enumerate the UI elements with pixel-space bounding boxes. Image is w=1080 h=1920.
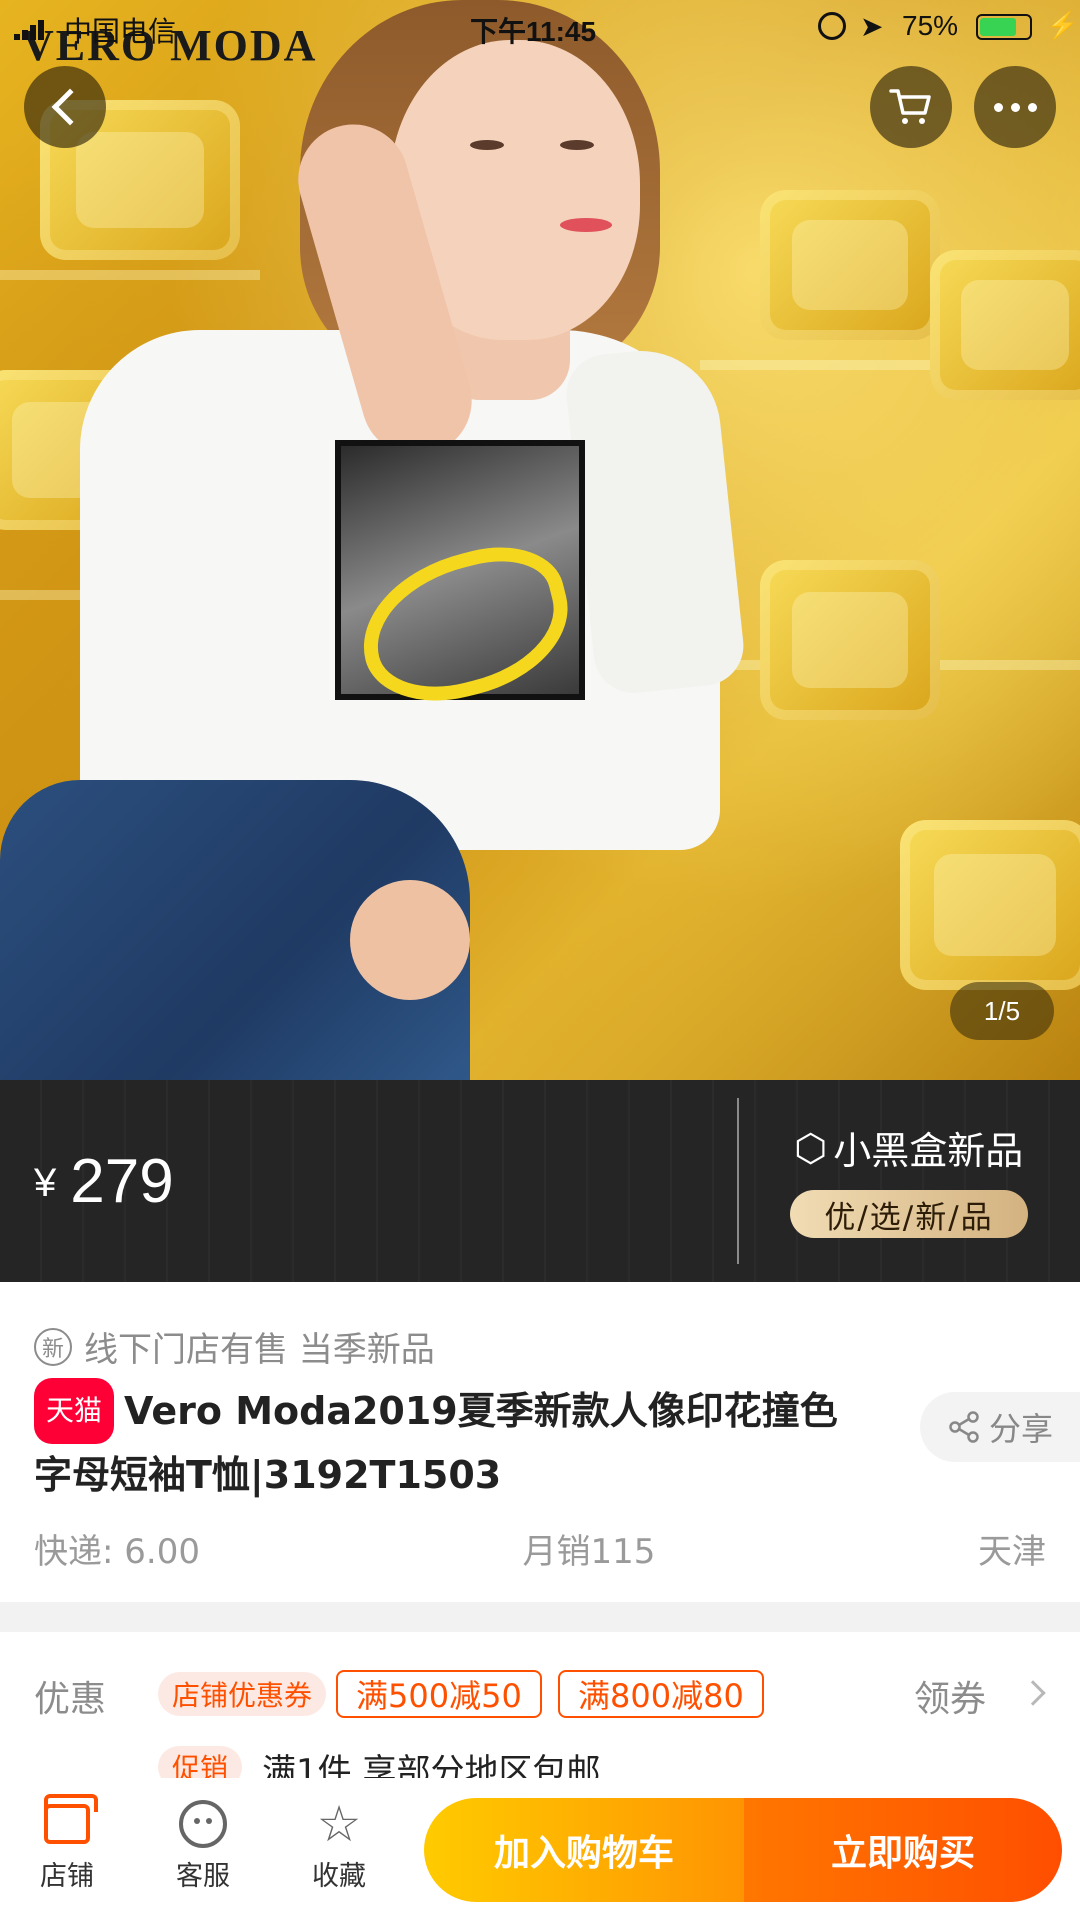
customer-service-label: 客服	[176, 1861, 230, 1892]
image-page-indicator: 1/5	[950, 982, 1054, 1040]
chevron-right-icon	[1020, 1680, 1046, 1706]
star-icon: ☆	[316, 1795, 362, 1853]
bottom-action-bar: 店铺 客服 ☆ 收藏 加入购物车 立即购买	[0, 1778, 1080, 1920]
more-icon	[993, 102, 1037, 112]
more-button[interactable]	[974, 66, 1056, 148]
blackbox-new-label[interactable]: ⬡ 小黑盒新品	[794, 1120, 1023, 1175]
blackbox-tag[interactable]: 优/选/新/品	[790, 1190, 1028, 1238]
battery-icon	[976, 14, 1032, 40]
back-button[interactable]	[24, 66, 106, 148]
monthly-sales: 月销115	[522, 1532, 656, 1572]
price-value: 279	[70, 1147, 174, 1216]
cube-icon: ⬡	[794, 1125, 828, 1170]
store-coupon-chip: 店铺优惠券	[158, 1672, 327, 1716]
ship-from-location: 天津	[978, 1532, 1046, 1572]
currency-symbol: ¥	[34, 1161, 57, 1205]
customer-service-icon	[179, 1800, 227, 1848]
divider	[737, 1098, 739, 1264]
favorite-tab[interactable]: ☆ 收藏	[284, 1794, 394, 1893]
customer-service-tab[interactable]: 客服	[148, 1794, 258, 1893]
carrier-name: 中国电信	[64, 16, 177, 47]
status-bar: 中国电信 下午11:45 ➤ 75% ⚡	[0, 0, 1080, 54]
add-to-cart-button[interactable]: 加入购物车	[424, 1798, 744, 1902]
store-label: 店铺	[40, 1861, 94, 1892]
price: ¥279	[34, 1146, 174, 1217]
favorite-label: 收藏	[312, 1861, 366, 1892]
new-arrival-row: 新 线下门店有售 当季新品	[34, 1322, 435, 1371]
background-tv	[900, 820, 1080, 990]
coupon-500-50[interactable]: 满500减50	[336, 1670, 542, 1718]
battery-percent: 75%	[902, 10, 959, 41]
share-button[interactable]: 分享	[920, 1392, 1080, 1462]
product-meta-row: 快递: 6.00 月销115 天津	[34, 1524, 1046, 1573]
buy-now-button[interactable]: 立即购买	[744, 1798, 1062, 1902]
price-band: ¥279 ⬡ 小黑盒新品 优/选/新/品	[0, 1080, 1080, 1282]
product-image-carousel[interactable]: VERO MODA	[0, 0, 1080, 1080]
background-tv	[930, 250, 1080, 400]
background-tv	[760, 190, 940, 340]
orientation-lock-icon	[818, 12, 846, 40]
blackbox-title: 小黑盒新品	[833, 1129, 1024, 1173]
model-eye	[470, 140, 504, 150]
share-label: 分享	[988, 1410, 1053, 1448]
store-tab[interactable]: 店铺	[12, 1794, 122, 1893]
promo-section-label: 优惠	[34, 1679, 107, 1720]
claim-coupons-button[interactable]: 领券	[914, 1670, 986, 1722]
model-eye	[560, 140, 594, 150]
product-subtitle: 线下门店有售 当季新品	[84, 1330, 435, 1370]
product-title: Vero Moda2019夏季新款人像印花撞色字母短袖T恤|3192T1503	[34, 1389, 838, 1497]
share-icon	[949, 1411, 979, 1443]
model-lips	[560, 218, 612, 232]
product-info-card: 新 线下门店有售 当季新品 天猫 Vero Moda2019夏季新款人像印花撞色字…	[0, 1282, 1080, 1602]
cart-icon	[889, 89, 931, 124]
promotions-card[interactable]: 优惠 店铺优惠券 满500减50 满800减80 领券 促销 满1件,享部分地区…	[0, 1632, 1080, 1802]
product-title-block: 天猫 Vero Moda2019夏季新款人像印花撞色字母短袖T恤|3192T150…	[34, 1378, 864, 1506]
new-badge-icon: 新	[34, 1327, 72, 1366]
coupon-800-80[interactable]: 满800减80	[558, 1670, 764, 1718]
charging-bolt-icon: ⚡	[1046, 10, 1079, 40]
store-icon	[44, 1794, 98, 1844]
model-hand	[350, 880, 470, 1000]
shelf	[0, 270, 260, 280]
chevron-left-icon	[51, 88, 89, 126]
cart-button[interactable]	[870, 66, 952, 148]
signal-icon	[14, 18, 50, 40]
battery-level	[980, 18, 1016, 36]
clock: 下午11:45	[470, 16, 597, 47]
shipping-fee: 快递: 6.00	[34, 1532, 200, 1572]
background-tv	[760, 560, 940, 720]
location-arrow-icon: ➤	[860, 11, 884, 42]
tmall-badge: 天猫	[34, 1378, 115, 1444]
